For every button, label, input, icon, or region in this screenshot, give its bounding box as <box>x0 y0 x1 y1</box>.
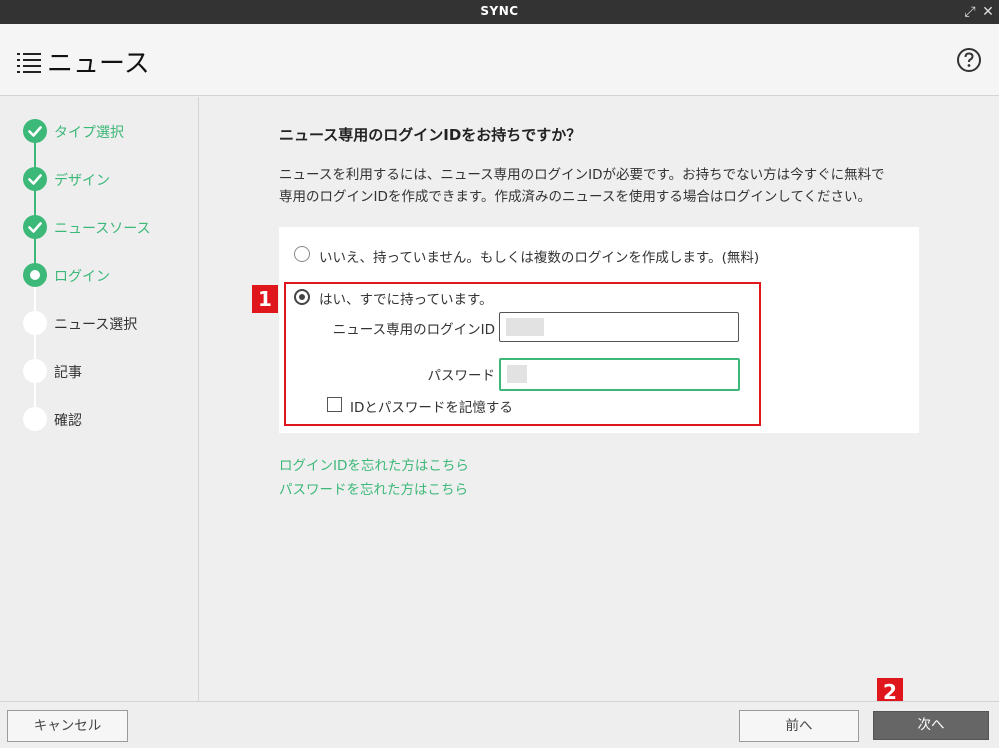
wizard-footer: キャンセル 前へ 次へ <box>0 701 999 748</box>
login-description: ニュースを利用するには、ニュース専用のログインIDが必要です。お持ちでない方は今… <box>279 164 919 208</box>
step-confirm: 確認 <box>23 407 193 431</box>
close-icon[interactable]: ✕ <box>980 3 996 21</box>
help-icon[interactable] <box>956 47 982 73</box>
check-icon <box>23 167 47 191</box>
step-label: タイプ選択 <box>54 125 124 141</box>
step-label: ログイン <box>54 269 110 285</box>
back-button[interactable]: 前へ <box>739 710 859 742</box>
check-icon <box>23 119 47 143</box>
list-menu-icon[interactable] <box>17 52 41 74</box>
window-title: SYNC <box>480 4 519 18</box>
forgot-password-link[interactable]: パスワードを忘れた方はこちら <box>279 478 468 498</box>
next-button[interactable]: 次へ <box>873 711 989 740</box>
callout-badge-1: 1 <box>252 285 278 313</box>
check-icon <box>23 215 47 239</box>
step-login[interactable]: ログイン <box>23 263 193 287</box>
step-article: 記事 <box>23 359 193 383</box>
step-label: 確認 <box>54 413 82 429</box>
window-titlebar: SYNC ⤢ ✕ <box>0 0 999 24</box>
expand-icon[interactable]: ⤢ <box>962 3 978 21</box>
description-line-1: ニュースを利用するには、ニュース専用のログインIDが必要です。お持ちでない方は今… <box>279 167 885 183</box>
radio-no-account[interactable] <box>294 246 310 262</box>
login-question-heading: ニュース専用のログインIDをお持ちですか？ <box>279 126 582 144</box>
step-type-selection[interactable]: タイプ選択 <box>23 119 193 143</box>
current-step-icon <box>23 263 47 287</box>
step-news-selection: ニュース選択 <box>23 311 193 335</box>
wizard-steps: タイプ選択 デザイン ニュースソース ログイン ニュース選択 記事 確認 <box>0 97 199 701</box>
option-no-account-label[interactable]: いいえ、持っていません。もしくは複数のログインを作成します。(無料) <box>319 246 759 266</box>
progress-line-done <box>34 131 36 275</box>
step-label: デザイン <box>54 173 110 189</box>
step-label: ニュースソース <box>54 221 151 237</box>
cancel-button[interactable]: キャンセル <box>7 710 128 742</box>
description-line-2: 専用のログインIDを作成できます。作成済みのニュースを使用する場合はログインして… <box>279 189 872 205</box>
step-label: 記事 <box>54 365 82 381</box>
pending-step-icon <box>23 359 47 383</box>
pending-step-icon <box>23 311 47 335</box>
page-title: ニュース <box>47 49 150 79</box>
step-design[interactable]: デザイン <box>23 167 193 191</box>
page-header: ニュース <box>0 24 999 96</box>
forgot-login-id-link[interactable]: ログインIDを忘れた方はこちら <box>279 454 469 474</box>
step-news-source[interactable]: ニュースソース <box>23 215 193 239</box>
callout-highlight-1 <box>284 282 761 426</box>
pending-step-icon <box>23 407 47 431</box>
step-label: ニュース選択 <box>54 317 138 333</box>
progress-line-todo <box>34 275 36 419</box>
